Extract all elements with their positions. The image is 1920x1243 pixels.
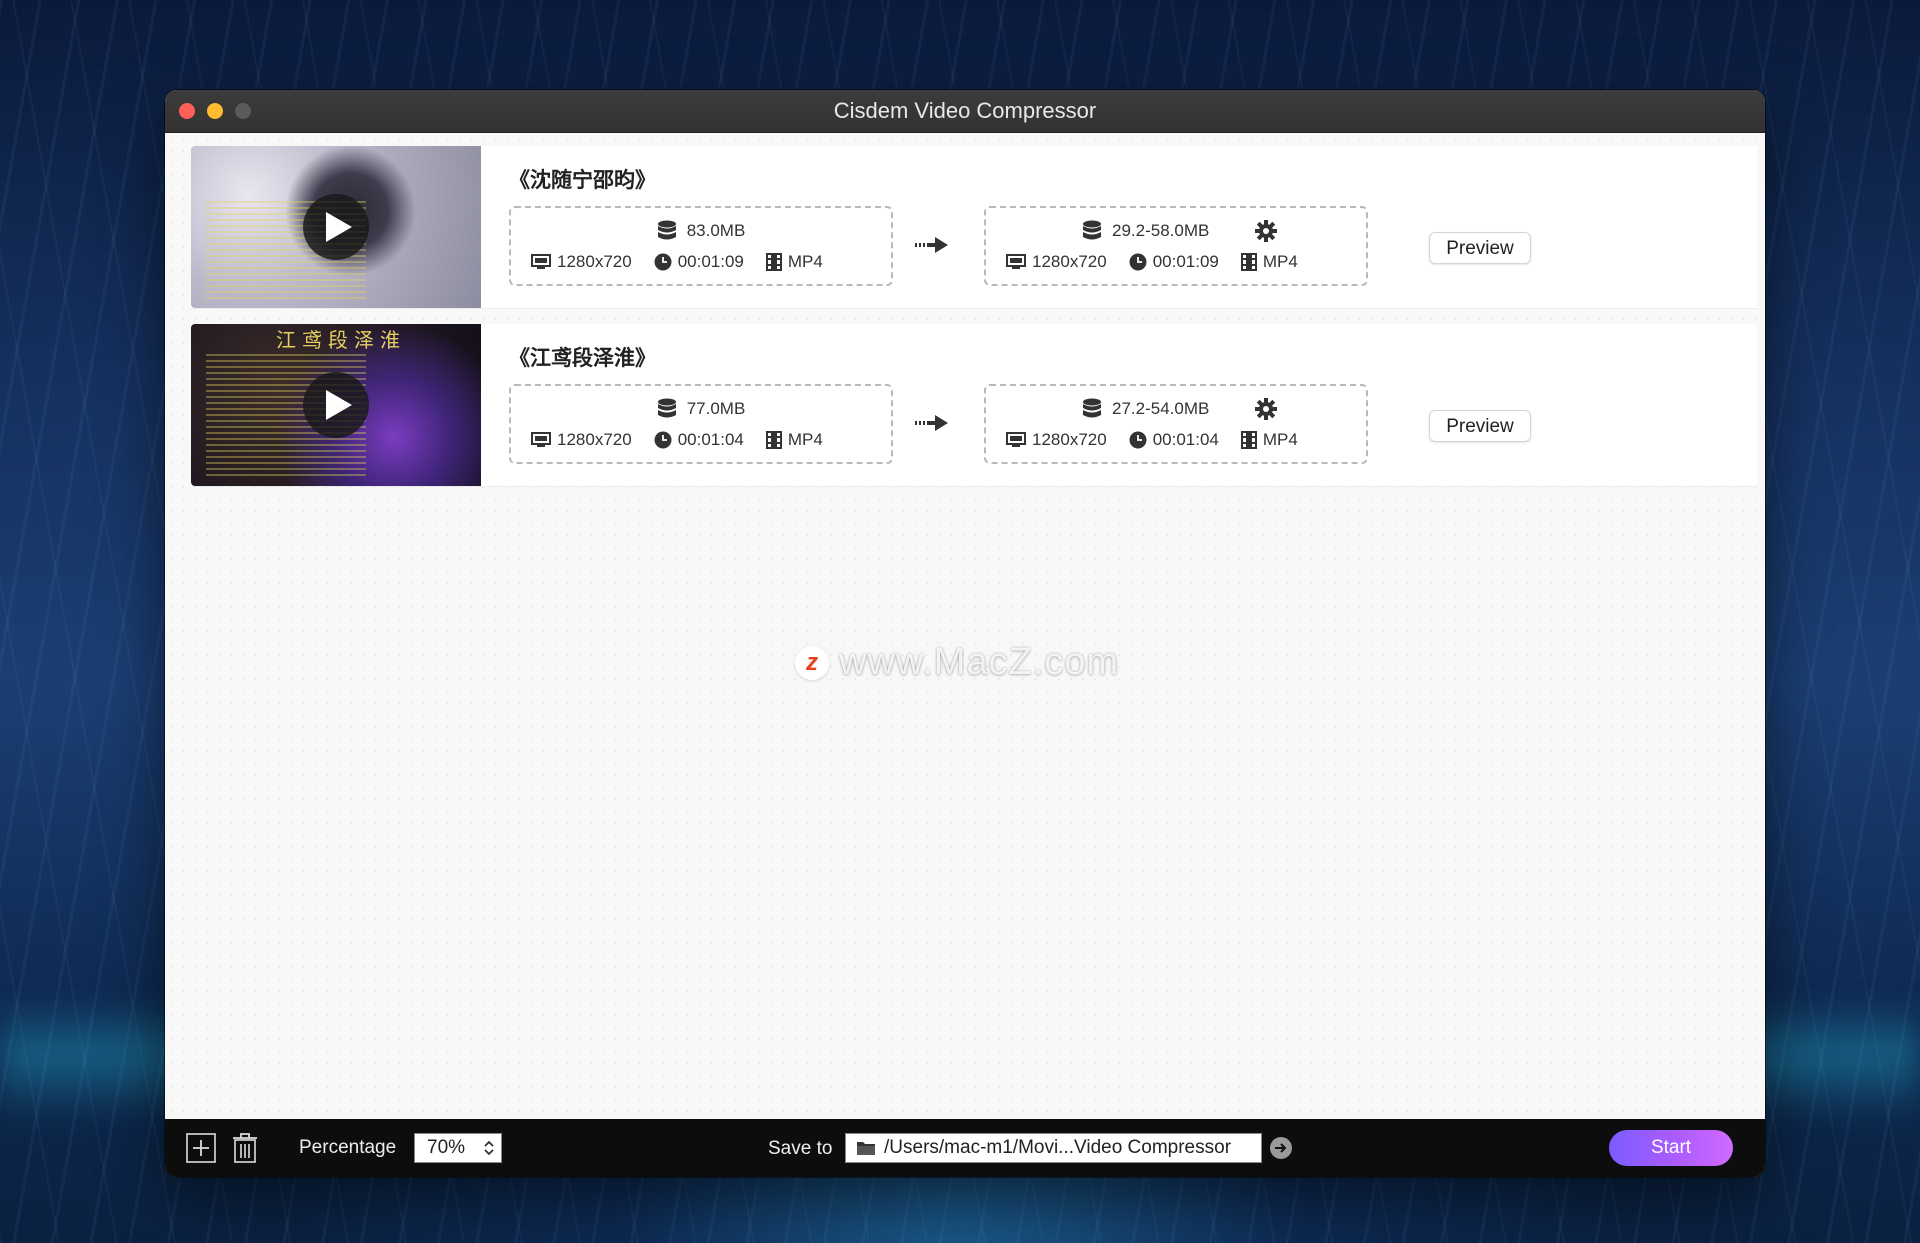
film-icon (765, 431, 782, 449)
thumbnail-caption: 江鸢段泽淮 (276, 328, 406, 352)
output-meta: 1280x720 00:01:04 MP4 (1006, 430, 1346, 450)
film-icon (1240, 431, 1257, 449)
window-title: Cisdem Video Compressor (833, 98, 1097, 123)
monitor-icon (1006, 432, 1026, 447)
clock-icon (1129, 253, 1147, 271)
source-info-box: 83.0MB 1280x720 00:01:09 MP4 (509, 206, 893, 286)
source-meta: 1280x720 00:01:09 MP4 (531, 252, 871, 272)
source-size: 77.0MB (511, 398, 891, 420)
output-size: 29.2-58.0MB (1082, 220, 1209, 242)
clock-icon (654, 431, 672, 449)
source-meta: 1280x720 00:01:04 MP4 (531, 430, 871, 450)
output-meta: 1280x720 00:01:09 MP4 (1006, 252, 1346, 272)
video-name: 《江鸢段泽淮》 (509, 347, 656, 370)
folder-icon (857, 1142, 875, 1155)
output-size: 27.2-54.0MB (1082, 398, 1209, 420)
monitor-icon (531, 432, 551, 447)
arrow-right-icon (915, 415, 948, 431)
title-bar: Cisdem Video Compressor (165, 90, 1765, 133)
play-icon[interactable] (303, 194, 369, 260)
add-icon[interactable] (185, 1132, 217, 1164)
database-icon (657, 220, 676, 240)
source-info-box: 77.0MB 1280x720 00:01:04 MP4 (509, 384, 893, 464)
watermark-logo: z (795, 645, 829, 680)
start-button[interactable]: Start (1609, 1130, 1733, 1166)
watermark: z www.MacZ.com (795, 641, 1119, 684)
monitor-icon (1006, 254, 1026, 269)
source-size: 83.0MB (511, 220, 891, 242)
percentage-label: Percentage (299, 1137, 397, 1158)
gear-icon[interactable] (1255, 398, 1277, 420)
bottom-toolbar: Percentage 70% Save to /Users/mac-m1/Mov… (165, 1119, 1765, 1177)
trash-icon[interactable] (229, 1132, 261, 1164)
preview-button[interactable]: Preview (1429, 410, 1531, 442)
video-row[interactable]: 《沈随宁邵昀》 83.0MB 1280x720 00:01:09 MP4 29.… (191, 146, 1757, 309)
video-thumbnail[interactable] (191, 146, 481, 308)
database-icon (657, 398, 676, 418)
database-icon (1083, 220, 1101, 240)
stepper-icon[interactable] (483, 1139, 495, 1157)
film-icon (765, 253, 782, 271)
save-path-field[interactable]: /Users/mac-m1/Movi...Video Compressor (845, 1133, 1262, 1163)
output-info-box: 27.2-54.0MB 1280x720 00:01:04 MP4 (984, 384, 1368, 464)
video-name: 《沈随宁邵昀》 (509, 169, 656, 192)
clock-icon (1129, 431, 1147, 449)
preview-button[interactable]: Preview (1429, 232, 1531, 264)
save-to-label: Save to (768, 1138, 833, 1159)
video-row[interactable]: 江鸢段泽淮 《江鸢段泽淮》 77.0MB 1280x720 00:01:04 M… (191, 324, 1757, 487)
film-icon (1240, 253, 1257, 271)
monitor-icon (531, 254, 551, 269)
output-info-box: 29.2-58.0MB 1280x720 00:01:09 MP4 (984, 206, 1368, 286)
go-arrow-icon[interactable] (1270, 1137, 1292, 1159)
percentage-select[interactable]: 70% (414, 1133, 502, 1163)
database-icon (1083, 398, 1101, 418)
watermark-text: www.MacZ.com (839, 641, 1120, 683)
arrow-right-icon (915, 237, 948, 253)
app-window: Cisdem Video Compressor 《沈随宁邵昀》 83.0MB 1… (165, 90, 1765, 1177)
play-icon[interactable] (303, 372, 369, 438)
file-list-area: 《沈随宁邵昀》 83.0MB 1280x720 00:01:09 MP4 29.… (165, 133, 1765, 1119)
clock-icon (654, 253, 672, 271)
gear-icon[interactable] (1255, 220, 1277, 242)
video-thumbnail[interactable]: 江鸢段泽淮 (191, 324, 481, 486)
